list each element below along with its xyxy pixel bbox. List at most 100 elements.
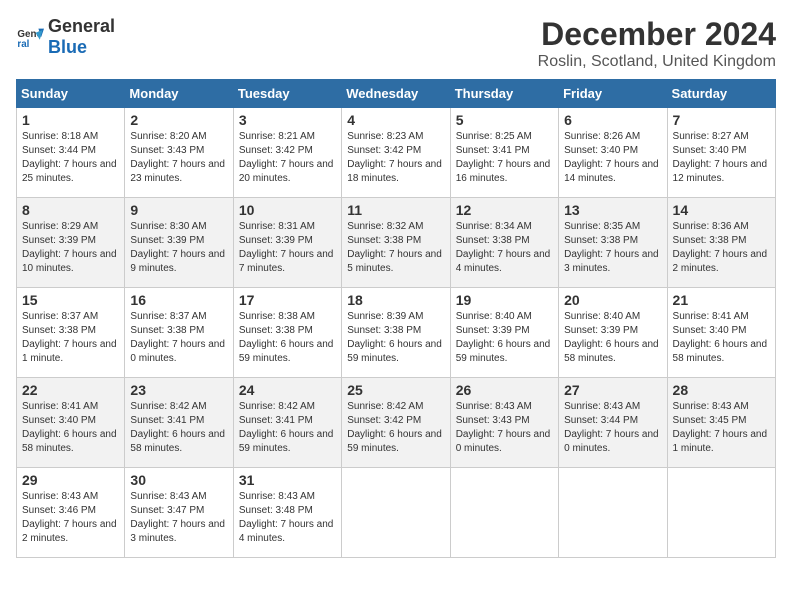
daylight-label: Daylight: 6 hours and 59 minutes. [239, 339, 334, 364]
sunset-label: Sunset: 3:43 PM [130, 145, 204, 156]
daylight-label: Daylight: 7 hours and 2 minutes. [673, 249, 768, 274]
sunset-label: Sunset: 3:40 PM [22, 415, 96, 426]
day-number: 30 [130, 472, 227, 488]
sunset-label: Sunset: 3:44 PM [564, 415, 638, 426]
sunset-label: Sunset: 3:41 PM [239, 415, 313, 426]
day-info: Sunrise: 8:41 AM Sunset: 3:40 PM Dayligh… [673, 310, 770, 366]
day-info: Sunrise: 8:37 AM Sunset: 3:38 PM Dayligh… [130, 310, 227, 366]
calendar-cell [559, 468, 667, 558]
daylight-label: Daylight: 7 hours and 4 minutes. [456, 249, 551, 274]
daylight-label: Daylight: 7 hours and 12 minutes. [673, 159, 768, 184]
day-number: 27 [564, 382, 661, 398]
day-number: 14 [673, 202, 770, 218]
day-info: Sunrise: 8:39 AM Sunset: 3:38 PM Dayligh… [347, 310, 444, 366]
daylight-label: Daylight: 7 hours and 0 minutes. [564, 429, 659, 454]
calendar-cell [450, 468, 558, 558]
sunrise-label: Sunrise: 8:35 AM [564, 221, 640, 232]
day-info: Sunrise: 8:43 AM Sunset: 3:44 PM Dayligh… [564, 400, 661, 456]
sunset-label: Sunset: 3:38 PM [347, 325, 421, 336]
header: Gene ral General Blue December 2024 Rosl… [16, 16, 776, 71]
sunrise-label: Sunrise: 8:43 AM [130, 491, 206, 502]
calendar-week-4: 22 Sunrise: 8:41 AM Sunset: 3:40 PM Dayl… [17, 378, 776, 468]
calendar-cell: 5 Sunrise: 8:25 AM Sunset: 3:41 PM Dayli… [450, 108, 558, 198]
day-number: 26 [456, 382, 553, 398]
sunset-label: Sunset: 3:43 PM [456, 415, 530, 426]
daylight-label: Daylight: 7 hours and 1 minute. [22, 339, 117, 364]
daylight-label: Daylight: 7 hours and 14 minutes. [564, 159, 659, 184]
sunset-label: Sunset: 3:39 PM [564, 325, 638, 336]
day-number: 11 [347, 202, 444, 218]
calendar-subtitle: Roslin, Scotland, United Kingdom [538, 53, 776, 71]
sunset-label: Sunset: 3:46 PM [22, 505, 96, 516]
day-number: 22 [22, 382, 119, 398]
calendar-cell: 30 Sunrise: 8:43 AM Sunset: 3:47 PM Dayl… [125, 468, 233, 558]
daylight-label: Daylight: 7 hours and 0 minutes. [456, 429, 551, 454]
day-info: Sunrise: 8:27 AM Sunset: 3:40 PM Dayligh… [673, 130, 770, 186]
daylight-label: Daylight: 7 hours and 1 minute. [673, 429, 768, 454]
day-info: Sunrise: 8:43 AM Sunset: 3:45 PM Dayligh… [673, 400, 770, 456]
day-number: 10 [239, 202, 336, 218]
calendar-cell: 25 Sunrise: 8:42 AM Sunset: 3:42 PM Dayl… [342, 378, 450, 468]
sunrise-label: Sunrise: 8:42 AM [130, 401, 206, 412]
calendar-cell: 20 Sunrise: 8:40 AM Sunset: 3:39 PM Dayl… [559, 288, 667, 378]
calendar-week-1: 1 Sunrise: 8:18 AM Sunset: 3:44 PM Dayli… [17, 108, 776, 198]
sunset-label: Sunset: 3:45 PM [673, 415, 747, 426]
logo-icon: Gene ral [16, 23, 44, 51]
day-info: Sunrise: 8:40 AM Sunset: 3:39 PM Dayligh… [456, 310, 553, 366]
col-header-monday: Monday [125, 80, 233, 108]
col-header-tuesday: Tuesday [233, 80, 341, 108]
calendar-cell: 24 Sunrise: 8:42 AM Sunset: 3:41 PM Dayl… [233, 378, 341, 468]
day-number: 6 [564, 112, 661, 128]
day-info: Sunrise: 8:42 AM Sunset: 3:41 PM Dayligh… [130, 400, 227, 456]
calendar-cell: 7 Sunrise: 8:27 AM Sunset: 3:40 PM Dayli… [667, 108, 775, 198]
calendar-cell [667, 468, 775, 558]
sunrise-label: Sunrise: 8:42 AM [347, 401, 423, 412]
calendar-cell: 17 Sunrise: 8:38 AM Sunset: 3:38 PM Dayl… [233, 288, 341, 378]
logo: Gene ral General Blue [16, 16, 115, 58]
sunset-label: Sunset: 3:40 PM [673, 325, 747, 336]
daylight-label: Daylight: 6 hours and 59 minutes. [347, 339, 442, 364]
day-number: 23 [130, 382, 227, 398]
day-number: 31 [239, 472, 336, 488]
sunset-label: Sunset: 3:38 PM [564, 235, 638, 246]
day-number: 17 [239, 292, 336, 308]
daylight-label: Daylight: 7 hours and 18 minutes. [347, 159, 442, 184]
col-header-friday: Friday [559, 80, 667, 108]
sunrise-label: Sunrise: 8:20 AM [130, 131, 206, 142]
day-info: Sunrise: 8:32 AM Sunset: 3:38 PM Dayligh… [347, 220, 444, 276]
sunset-label: Sunset: 3:41 PM [130, 415, 204, 426]
day-number: 16 [130, 292, 227, 308]
day-info: Sunrise: 8:37 AM Sunset: 3:38 PM Dayligh… [22, 310, 119, 366]
sunset-label: Sunset: 3:38 PM [673, 235, 747, 246]
day-info: Sunrise: 8:29 AM Sunset: 3:39 PM Dayligh… [22, 220, 119, 276]
day-info: Sunrise: 8:20 AM Sunset: 3:43 PM Dayligh… [130, 130, 227, 186]
day-info: Sunrise: 8:31 AM Sunset: 3:39 PM Dayligh… [239, 220, 336, 276]
sunset-label: Sunset: 3:47 PM [130, 505, 204, 516]
sunset-label: Sunset: 3:38 PM [22, 325, 96, 336]
day-number: 3 [239, 112, 336, 128]
daylight-label: Daylight: 7 hours and 16 minutes. [456, 159, 551, 184]
calendar-cell: 28 Sunrise: 8:43 AM Sunset: 3:45 PM Dayl… [667, 378, 775, 468]
daylight-label: Daylight: 7 hours and 9 minutes. [130, 249, 225, 274]
calendar-cell: 12 Sunrise: 8:34 AM Sunset: 3:38 PM Dayl… [450, 198, 558, 288]
calendar-cell [342, 468, 450, 558]
sunset-label: Sunset: 3:39 PM [239, 235, 313, 246]
sunset-label: Sunset: 3:44 PM [22, 145, 96, 156]
sunset-label: Sunset: 3:39 PM [130, 235, 204, 246]
sunset-label: Sunset: 3:41 PM [456, 145, 530, 156]
daylight-label: Daylight: 7 hours and 23 minutes. [130, 159, 225, 184]
day-number: 21 [673, 292, 770, 308]
sunset-label: Sunset: 3:39 PM [456, 325, 530, 336]
day-info: Sunrise: 8:21 AM Sunset: 3:42 PM Dayligh… [239, 130, 336, 186]
sunrise-label: Sunrise: 8:21 AM [239, 131, 315, 142]
sunrise-label: Sunrise: 8:32 AM [347, 221, 423, 232]
calendar-cell: 22 Sunrise: 8:41 AM Sunset: 3:40 PM Dayl… [17, 378, 125, 468]
day-info: Sunrise: 8:26 AM Sunset: 3:40 PM Dayligh… [564, 130, 661, 186]
daylight-label: Daylight: 6 hours and 58 minutes. [564, 339, 659, 364]
day-info: Sunrise: 8:43 AM Sunset: 3:47 PM Dayligh… [130, 490, 227, 546]
day-number: 15 [22, 292, 119, 308]
col-header-saturday: Saturday [667, 80, 775, 108]
sunrise-label: Sunrise: 8:42 AM [239, 401, 315, 412]
sunrise-label: Sunrise: 8:40 AM [456, 311, 532, 322]
daylight-label: Daylight: 7 hours and 25 minutes. [22, 159, 117, 184]
